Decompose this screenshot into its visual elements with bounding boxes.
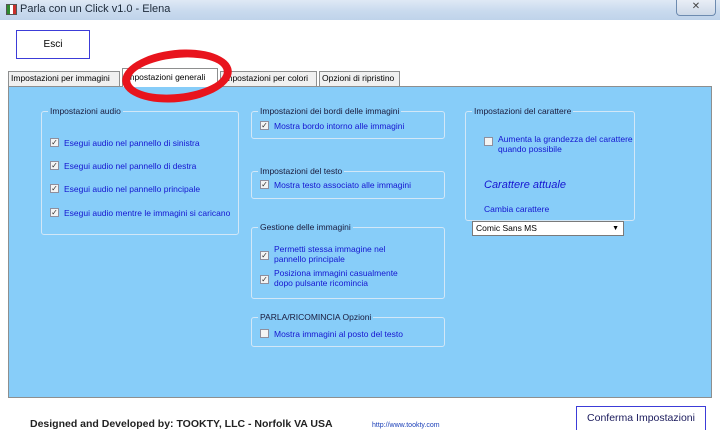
chevron-down-icon[interactable]: ▼ <box>612 222 619 235</box>
title-bar: Parla con un Click v1.0 - Elena ✕ <box>0 0 720 20</box>
tab-strip: Impostazioni per immagini Impostazioni g… <box>8 68 712 87</box>
font-settings-group: Impostazioni del carattere Aumenta la gr… <box>465 106 635 236</box>
management-group-title: Gestione delle immagini <box>258 222 353 232</box>
audio-left-panel-checkbox[interactable]: ✓ <box>50 138 59 147</box>
show-images-instead-label: Mostra immagini al posto del testo <box>274 329 403 339</box>
allow-same-image-checkbox[interactable]: ✓ <box>260 251 269 260</box>
increase-font-option[interactable]: Aumenta la grandezza del carattere quand… <box>484 134 633 154</box>
app-icon <box>6 4 17 15</box>
audio-loading-option[interactable]: ✓ Esegui audio mentre le immagini si car… <box>50 208 230 218</box>
tab-restore-options[interactable]: Opzioni di ripristino <box>319 71 400 86</box>
show-images-instead-option[interactable]: Mostra immagini al posto del testo <box>260 329 403 339</box>
audio-settings-group: Impostazioni audio ✓ Esegui audio nel pa… <box>41 106 239 235</box>
tab-image-settings[interactable]: Impostazioni per immagini <box>8 71 120 86</box>
show-text-option[interactable]: ✓ Mostra testo associato alle immagini <box>260 180 411 190</box>
window-title: Parla con un Click v1.0 - Elena <box>20 3 171 15</box>
audio-loading-checkbox[interactable]: ✓ <box>50 208 59 217</box>
random-position-text: Posiziona immagini casualmente dopo puls… <box>274 268 398 288</box>
random-position-line1: Posiziona immagini casualmente <box>274 268 398 278</box>
audio-main-panel-checkbox[interactable]: ✓ <box>50 184 59 193</box>
close-button[interactable]: ✕ <box>676 0 716 16</box>
border-group-title: Impostazioni dei bordi delle immagini <box>258 106 402 116</box>
increase-font-line1: Aumenta la grandezza del carattere <box>498 134 633 144</box>
random-position-line2: dopo pulsante ricomincia <box>274 278 369 288</box>
text-settings-group: Impostazioni del testo ✓ Mostra testo as… <box>251 166 445 199</box>
font-group-title: Impostazioni del carattere <box>472 106 574 116</box>
audio-left-panel-option[interactable]: ✓ Esegui audio nel pannello di sinistra <box>50 138 200 148</box>
show-text-checkbox[interactable]: ✓ <box>260 180 269 189</box>
random-position-checkbox[interactable]: ✓ <box>260 275 269 284</box>
audio-right-panel-label: Esegui audio nel pannello di destra <box>64 161 197 171</box>
show-border-option[interactable]: ✓ Mostra bordo intorno alle immagini <box>260 121 404 131</box>
show-images-instead-checkbox[interactable] <box>260 329 269 338</box>
current-font-label: Carattere attuale <box>484 179 566 191</box>
footer-link[interactable]: http://www.tookty.com <box>372 422 440 429</box>
confirm-settings-button[interactable]: Conferma Impostazioni <box>576 406 706 430</box>
text-group-title: Impostazioni del testo <box>258 166 345 176</box>
increase-font-line2: quando possibile <box>498 144 562 154</box>
increase-font-checkbox[interactable] <box>484 137 493 146</box>
audio-right-panel-checkbox[interactable]: ✓ <box>50 161 59 170</box>
allow-same-image-line1: Permetti stessa immagine nel <box>274 244 386 254</box>
audio-loading-label: Esegui audio mentre le immagini si caric… <box>64 208 231 218</box>
audio-group-title: Impostazioni audio <box>48 106 123 116</box>
allow-same-image-text: Permetti stessa immagine nel pannello pr… <box>274 244 386 264</box>
audio-left-panel-label: Esegui audio nel pannello di sinistra <box>64 138 200 148</box>
tab-color-settings[interactable]: Impostazioni per colori <box>220 71 317 86</box>
audio-right-panel-option[interactable]: ✓ Esegui audio nel pannello di destra <box>50 161 196 171</box>
parla-ricomincia-group: PARLA/RICOMINCIA Opzioni Mostra immagini… <box>251 312 445 347</box>
show-border-checkbox[interactable]: ✓ <box>260 121 269 130</box>
change-font-label: Cambia carattere <box>484 204 550 214</box>
allow-same-image-line2: pannello principale <box>274 254 345 264</box>
border-settings-group: Impostazioni dei bordi delle immagini ✓ … <box>251 106 445 139</box>
show-text-label: Mostra testo associato alle immagini <box>274 180 412 190</box>
font-dropdown-value: Comic Sans MS <box>476 223 537 233</box>
footer-credit: Designed and Developed by: TOOKTY, LLC -… <box>30 418 333 430</box>
settings-panel: Impostazioni audio ✓ Esegui audio nel pa… <box>8 86 712 398</box>
parla-group-title: PARLA/RICOMINCIA Opzioni <box>258 312 374 322</box>
audio-main-panel-label: Esegui audio nel pannello principale <box>64 184 201 194</box>
exit-button[interactable]: Esci <box>16 30 90 59</box>
font-dropdown[interactable]: Comic Sans MS ▼ <box>472 221 624 236</box>
audio-main-panel-option[interactable]: ✓ Esegui audio nel pannello principale <box>50 184 200 194</box>
allow-same-image-option[interactable]: ✓ Permetti stessa immagine nel pannello … <box>260 244 386 264</box>
increase-font-text: Aumenta la grandezza del carattere quand… <box>498 134 633 154</box>
random-position-option[interactable]: ✓ Posiziona immagini casualmente dopo pu… <box>260 268 398 288</box>
show-border-label: Mostra bordo intorno alle immagini <box>274 121 405 131</box>
image-management-group: Gestione delle immagini ✓ Permetti stess… <box>251 222 445 299</box>
